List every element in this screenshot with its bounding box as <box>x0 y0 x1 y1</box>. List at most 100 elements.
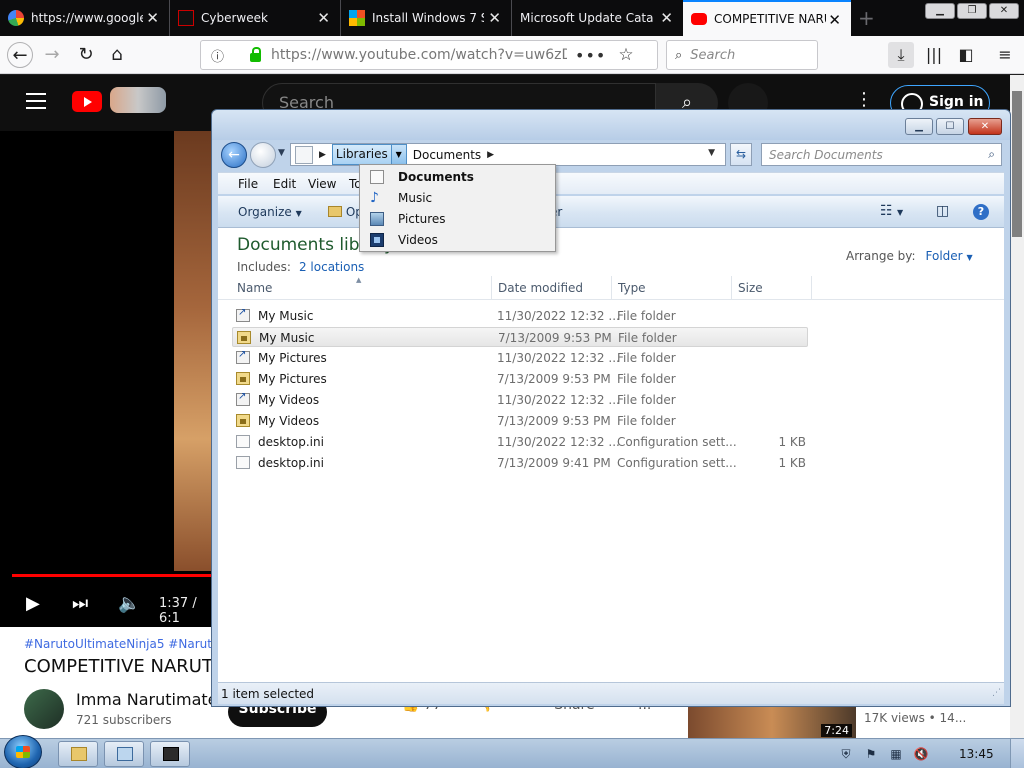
search-icon[interactable]: ⌕ <box>988 147 995 162</box>
taskbar-explorer-button[interactable] <box>58 741 98 767</box>
resize-grip-icon[interactable]: ⋰ <box>992 688 1001 698</box>
column-divider[interactable] <box>491 276 492 300</box>
menu-item-music[interactable]: ♪ Music <box>360 188 555 209</box>
file-row[interactable]: desktop.ini 7/13/2009 9:41 PM Configurat… <box>232 453 808 473</box>
channel-name[interactable]: Imma Narutimate <box>76 690 218 709</box>
back-icon[interactable]: ← <box>7 42 33 68</box>
action-center-flag-icon[interactable]: ⚑ <box>863 747 879 761</box>
recommended-thumbnail[interactable]: 7:24 <box>688 703 856 738</box>
column-name[interactable]: Name <box>237 281 272 295</box>
volume-icon[interactable]: 🔈 <box>118 593 140 614</box>
browser-tab-update-catalog[interactable]: Microsoft Update Catalo ✕ <box>512 0 683 36</box>
browser-tab-google[interactable]: https://www.google. ✕ <box>0 0 170 36</box>
minimize-icon[interactable]: ▁ <box>925 3 955 19</box>
show-desktop-button[interactable] <box>1010 739 1024 768</box>
address-history-dropdown-icon[interactable]: ▼ <box>708 148 715 158</box>
preview-pane-icon[interactable]: ◫ <box>936 203 949 219</box>
library-icon[interactable]: ||| <box>921 42 947 68</box>
breadcrumb-libraries[interactable]: Libraries <box>331 144 392 165</box>
help-icon[interactable]: ? <box>973 204 989 220</box>
locations-link[interactable]: 2 locations <box>299 260 364 274</box>
file-row[interactable]: My Pictures 11/30/2022 12:32 ... File fo… <box>232 348 808 368</box>
restore-icon[interactable]: ❐ <box>957 3 987 19</box>
scrollbar-thumb[interactable] <box>1012 91 1022 237</box>
explorer-titlebar[interactable]: ▁ ☐ ✕ <box>212 110 1010 140</box>
menu-item-documents[interactable]: Documents <box>360 167 555 188</box>
close-icon[interactable]: ✕ <box>968 118 1002 135</box>
browser-tab-youtube[interactable]: COMPETITIVE NARU ✕ <box>683 0 851 36</box>
video-player[interactable]: ▶ ⏭ 🔈 1:37 / 6:1 <box>0 131 212 627</box>
youtube-logo-icon[interactable] <box>72 91 102 112</box>
menu-view[interactable]: View <box>308 177 336 191</box>
browser-search-input[interactable]: ⌕ Search <box>666 40 818 70</box>
column-type[interactable]: Type <box>618 281 646 295</box>
bookmark-star-icon[interactable]: ☆ <box>618 45 633 65</box>
sidebar-icon[interactable]: ◧ <box>953 42 979 68</box>
url-bar[interactable]: ⓘ https://www.youtube.com/watch?v=uw6zDh… <box>200 40 658 70</box>
column-divider[interactable] <box>811 276 812 300</box>
maximize-icon[interactable]: ☐ <box>936 118 964 135</box>
next-video-icon[interactable]: ⏭ <box>72 593 88 614</box>
close-window-icon[interactable]: ✕ <box>989 3 1019 19</box>
file-row-selected[interactable]: My Music 7/13/2009 9:53 PM File folder <box>232 327 808 347</box>
column-divider[interactable] <box>611 276 612 300</box>
back-arrow-icon[interactable]: ← <box>221 142 247 168</box>
address-bar[interactable]: ▶ Libraries ▼ Documents ▶ ▼ <box>290 143 726 166</box>
menu-edit[interactable]: Edit <box>273 177 296 191</box>
column-size[interactable]: Size <box>738 281 763 295</box>
start-button[interactable] <box>4 735 42 768</box>
play-icon[interactable]: ▶ <box>26 593 40 614</box>
chevron-down-icon[interactable]: ▼ <box>391 144 407 165</box>
volume-muted-icon[interactable]: 🔇 <box>913 747 929 761</box>
file-row[interactable]: desktop.ini 11/30/2022 12:32 ... Configu… <box>232 432 808 452</box>
breadcrumb-documents[interactable]: Documents <box>413 148 481 162</box>
browser-tab-cyberweek[interactable]: Cyberweek ✕ <box>170 0 341 36</box>
file-row[interactable]: My Videos 7/13/2009 9:53 PM File folder <box>232 411 808 431</box>
page-actions-icon[interactable]: ••• <box>575 46 606 65</box>
column-divider[interactable] <box>731 276 732 300</box>
forward-arrow-icon[interactable] <box>250 142 276 168</box>
reload-icon[interactable]: ↻ <box>73 42 99 68</box>
settings-kebab-icon[interactable]: ⋮ <box>855 89 873 110</box>
video-hashtags[interactable]: #NarutoUltimateNinja5 #NarutoNi <box>24 637 232 651</box>
new-tab-icon[interactable]: + <box>858 6 875 30</box>
downloads-icon[interactable]: ⤓ <box>888 42 914 68</box>
view-options-icon[interactable]: ☷ ▼ <box>880 203 903 219</box>
file-row[interactable]: My Pictures 7/13/2009 9:53 PM File folde… <box>232 369 808 389</box>
menu-file[interactable]: File <box>238 177 258 191</box>
hamburger-menu-icon[interactable]: ≡ <box>992 42 1018 68</box>
close-tab-icon[interactable]: ✕ <box>146 9 159 27</box>
guide-menu-icon[interactable] <box>26 93 46 114</box>
refresh-icon[interactable]: ⇆ <box>730 143 752 166</box>
browser-tab-install-windows[interactable]: Install Windows 7 Se ✕ <box>341 0 512 36</box>
forward-icon[interactable]: → <box>39 42 65 68</box>
menu-item-videos[interactable]: Videos <box>360 230 555 251</box>
taskbar-remote-desktop-button[interactable] <box>104 741 144 767</box>
column-date-modified[interactable]: Date modified <box>498 281 583 295</box>
home-icon[interactable]: ⌂ <box>104 42 130 68</box>
taskbar-app-button[interactable] <box>150 741 190 767</box>
menu-item-pictures[interactable]: Pictures <box>360 209 555 230</box>
network-icon[interactable]: ▦ <box>888 747 904 761</box>
arrange-by-dropdown[interactable]: Folder ▼ <box>926 249 973 263</box>
file-row[interactable]: My Videos 11/30/2022 12:32 ... File fold… <box>232 390 808 410</box>
minimize-icon[interactable]: ▁ <box>905 118 933 135</box>
url-text[interactable]: https://www.youtube.com/watch?v=uw6zDh38… <box>271 47 567 63</box>
search-documents-input[interactable]: Search Documents ⌕ <box>761 143 1002 166</box>
site-info-icon[interactable]: ⓘ <box>211 46 224 65</box>
security-shield-icon[interactable]: ⛨ <box>838 747 854 761</box>
file-row[interactable]: My Music 11/30/2022 12:32 ... File folde… <box>232 306 808 326</box>
close-tab-icon[interactable]: ✕ <box>317 9 330 27</box>
youtube-doodle[interactable] <box>110 87 166 113</box>
close-tab-icon[interactable]: ✕ <box>488 9 501 27</box>
close-tab-icon[interactable]: ✕ <box>828 11 841 29</box>
close-tab-icon[interactable]: ✕ <box>660 9 673 27</box>
organize-button[interactable]: Organize ▼ <box>238 205 302 219</box>
channel-avatar[interactable] <box>24 689 64 729</box>
chevron-right-icon[interactable]: ▶ <box>487 150 494 160</box>
video-progress-bar[interactable] <box>12 574 212 577</box>
clock[interactable]: 13:45 <box>959 747 994 761</box>
open-button[interactable]: Op <box>328 205 363 219</box>
recent-pages-dropdown-icon[interactable]: ▼ <box>278 148 285 158</box>
chevron-right-icon[interactable]: ▶ <box>319 150 326 160</box>
